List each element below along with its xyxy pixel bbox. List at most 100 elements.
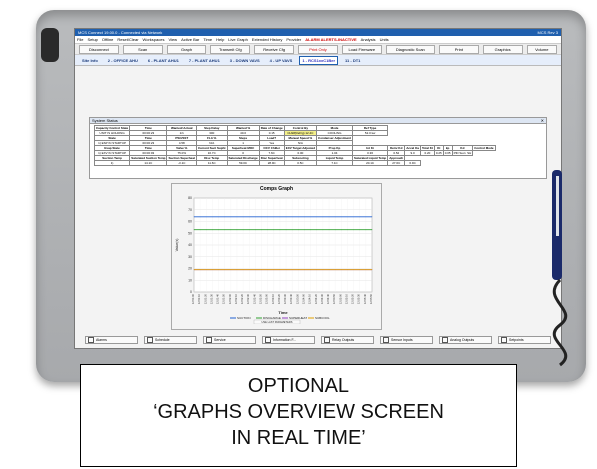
y-axis-label: Value(s) <box>175 239 179 252</box>
menu-item[interactable]: Offline <box>102 37 114 42</box>
menu-item[interactable]: Help <box>216 37 224 42</box>
bottom-nav-button[interactable]: Sensor Inputs <box>380 336 433 344</box>
menu-item[interactable]: View <box>168 37 177 42</box>
data-point <box>291 216 293 218</box>
table-cell: 0.20 <box>419 150 435 156</box>
menu-item[interactable]: Time <box>203 37 212 42</box>
data-point <box>224 269 226 271</box>
data-point <box>359 269 361 271</box>
toolbar-button[interactable]: Disconnect <box>79 44 119 54</box>
data-point <box>224 216 226 218</box>
data-point <box>297 216 299 218</box>
x-tick-label: 12:52:30 <box>246 293 250 304</box>
x-tick-label: 12:52:10 <box>234 293 238 304</box>
bottom-nav-button[interactable]: Analog Outputs <box>439 336 492 344</box>
data-point <box>304 229 305 231</box>
data-point <box>236 216 238 218</box>
button-label: Sensor Inputs <box>391 338 413 342</box>
menu-item[interactable]: Workspaces <box>143 37 165 42</box>
button-icon <box>265 337 271 343</box>
table-cell: 1) ESP IN STARTUP <box>93 140 131 146</box>
data-point <box>236 229 238 231</box>
button-label: Information F... <box>273 338 297 342</box>
data-point <box>316 269 318 271</box>
site-tab[interactable]: 1 - RCS1xxC1Ber <box>299 55 339 65</box>
table-cell: 6.9C <box>404 160 421 166</box>
toolbar-button[interactable]: Print <box>438 44 479 54</box>
button-icon <box>88 337 94 343</box>
panel-title: System Status <box>92 118 118 123</box>
close-icon[interactable]: ✕ <box>541 118 544 123</box>
legend-entry: DISCHARGE <box>263 316 281 320</box>
data-point <box>218 269 219 271</box>
toolbar-button[interactable]: Graph <box>166 44 207 54</box>
menu-item[interactable]: Live Graph <box>228 37 248 42</box>
site-tab[interactable]: 3 - DOWN VAVS <box>227 56 263 65</box>
data-point <box>340 229 342 231</box>
data-point <box>248 216 250 218</box>
data-point <box>267 229 269 231</box>
toolbar-button[interactable]: Transmit Cfg <box>210 44 251 54</box>
toolbar-button[interactable]: Volume <box>526 44 557 54</box>
bottom-nav-button[interactable]: Information F... <box>262 336 315 344</box>
toolbar-button[interactable]: Load Firmware <box>341 44 382 54</box>
y-tick-label: 80 <box>188 196 192 200</box>
data-point <box>279 216 281 218</box>
last-params-button-label: USE LAST PARAMETERS <box>262 320 293 324</box>
site-tab[interactable]: 6 - PLANT AHU1 <box>145 56 182 65</box>
data-point <box>322 269 324 271</box>
toolbar-button[interactable]: Graphics <box>482 44 523 54</box>
data-point <box>353 216 354 218</box>
menu-item[interactable]: Units <box>380 37 389 42</box>
data-point <box>359 229 361 231</box>
menu-item[interactable]: Reset/Clear <box>117 37 138 42</box>
menu-item[interactable]: Extended History <box>252 37 282 42</box>
table-cell: Total Kt <box>419 145 435 151</box>
toolbar-button[interactable]: Diagnostic Scan <box>385 44 435 54</box>
data-point <box>334 229 336 231</box>
table-cell: Control Mode <box>472 145 496 151</box>
bottom-nav-button[interactable]: Service <box>203 336 256 344</box>
x-tick-label: 12:51:00 <box>191 293 195 304</box>
menu-item[interactable]: Setup <box>87 37 97 42</box>
x-tick-label: 12:54:40 <box>326 293 330 304</box>
camera-icon <box>41 28 59 62</box>
data-point <box>199 229 201 231</box>
data-point <box>193 216 195 218</box>
data-point <box>279 229 281 231</box>
legend-entry: SUPERHEAT <box>289 316 307 320</box>
site-tab[interactable]: 7 - PLANT AHU1 <box>186 56 223 65</box>
bottom-button-bar: Alarms Schedule Service Information F... Rel… <box>75 336 561 344</box>
table-cell: Disc Superheat <box>258 155 285 161</box>
data-point <box>365 269 367 271</box>
menu-item[interactable]: File <box>77 37 83 42</box>
data-point <box>212 269 213 271</box>
menu-item[interactable]: Active Bar <box>181 37 199 42</box>
data-point <box>267 269 269 271</box>
bottom-nav-button[interactable]: Schedule <box>144 336 197 344</box>
data-point <box>230 229 232 231</box>
table-cell: Saturated Discharge <box>226 155 260 161</box>
menu-item[interactable]: Analysis <box>361 37 376 42</box>
toolbar-button[interactable]: Receive Cfg <box>254 44 295 54</box>
data-point <box>310 229 311 231</box>
toolbar-button[interactable]: Print Only <box>298 44 338 54</box>
x-tick-label: 12:55:40 <box>363 293 367 304</box>
site-tab[interactable]: 2 - OFFICE AHU <box>105 56 141 65</box>
table-cell: -3.1C <box>166 160 197 166</box>
toolbar-button[interactable]: Scan <box>122 44 163 54</box>
table-cell: 0.05 <box>442 150 453 156</box>
site-tab[interactable]: 11 - DT1 <box>342 56 363 65</box>
data-point <box>261 229 262 231</box>
data-point <box>273 269 275 271</box>
bottom-nav-button[interactable]: Alarms <box>85 336 138 344</box>
data-point <box>353 269 354 271</box>
site-tab[interactable]: 4 - UP VAVS <box>267 56 296 65</box>
data-point <box>297 229 299 231</box>
data-point <box>340 269 342 271</box>
caption-line-2: ‘GRAPHS OVERVIEW SCREEN <box>153 401 444 423</box>
bottom-nav-button[interactable]: Relay Outputs <box>321 336 374 344</box>
button-label: Schedule <box>155 338 170 342</box>
menu-item[interactable]: Provider <box>286 37 301 42</box>
table-row: 1) 14.1C -3.1C 11.6C 59.0C 28.9C 0.5C 7.1C 20.1C… <box>93 160 496 166</box>
